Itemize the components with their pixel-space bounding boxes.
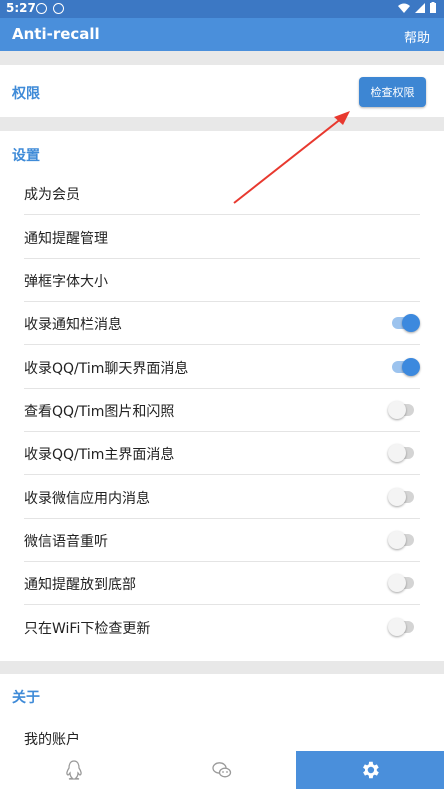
setting-view-qq-images[interactable]: 查看QQ/Tim图片和闪照 — [24, 389, 420, 432]
setting-label: 成为会员 — [24, 187, 80, 203]
setting-label: 只在WiFi下检查更新 — [24, 621, 151, 637]
setting-label: 弹框字体大小 — [24, 274, 108, 290]
notification-icon — [36, 3, 47, 14]
toggle-switch[interactable] — [392, 314, 420, 332]
setting-record-wechat[interactable]: 收录微信应用内消息 — [24, 476, 420, 519]
setting-record-qq-main[interactable]: 收录QQ/Tim主界面消息 — [24, 432, 420, 475]
wechat-icon — [212, 762, 232, 778]
about-label: 我的账户 — [24, 732, 80, 748]
setting-notification-bottom[interactable]: 通知提醒放到底部 — [24, 562, 420, 605]
setting-become-member[interactable]: 成为会员 — [24, 172, 420, 215]
status-bar: 5:27 — [0, 0, 444, 18]
setting-label: 查看QQ/Tim图片和闪照 — [24, 404, 175, 420]
setting-wifi-update-only[interactable]: 只在WiFi下检查更新 — [24, 606, 420, 649]
setting-label: 收录微信应用内消息 — [24, 491, 150, 507]
setting-wechat-voice-replay[interactable]: 微信语音重听 — [24, 519, 420, 562]
check-permissions-button[interactable]: 检查权限 — [359, 77, 426, 107]
toggle-switch[interactable] — [388, 444, 414, 462]
toggle-switch[interactable] — [392, 358, 420, 376]
nav-qq[interactable] — [0, 751, 148, 789]
settings-title: 设置 — [12, 148, 40, 164]
signal-icon — [415, 2, 425, 13]
nav-wechat[interactable] — [148, 751, 296, 789]
nav-settings[interactable] — [296, 751, 444, 789]
status-time: 5:27 — [6, 1, 36, 15]
setting-dialog-font-size[interactable]: 弹框字体大小 — [24, 259, 420, 302]
gear-icon — [363, 761, 379, 779]
qq-penguin-icon — [66, 760, 82, 780]
app-bar: Anti-recall 帮助 — [0, 18, 444, 51]
setting-record-qq-chat[interactable]: 收录QQ/Tim聊天界面消息 — [24, 346, 420, 389]
toggle-switch[interactable] — [388, 531, 414, 549]
notification-icon — [53, 3, 64, 14]
settings-card: 设置 成为会员 通知提醒管理 弹框字体大小 收录通知栏消息 收录QQ/Tim聊天… — [0, 131, 444, 661]
setting-label: 通知提醒管理 — [24, 231, 108, 247]
setting-label: 收录QQ/Tim主界面消息 — [24, 447, 175, 463]
permissions-title: 权限 — [12, 86, 40, 102]
toggle-switch[interactable] — [388, 488, 414, 506]
toggle-switch[interactable] — [388, 618, 414, 636]
toggle-switch[interactable] — [388, 401, 414, 419]
setting-label: 收录通知栏消息 — [24, 317, 122, 333]
toggle-switch[interactable] — [388, 574, 414, 592]
about-title: 关于 — [12, 690, 40, 706]
permissions-card: 权限 检查权限 — [0, 65, 444, 117]
bottom-navigation — [0, 751, 444, 789]
setting-label: 收录QQ/Tim聊天界面消息 — [24, 361, 189, 377]
setting-record-notification-bar[interactable]: 收录通知栏消息 — [24, 302, 420, 345]
setting-label: 微信语音重听 — [24, 534, 108, 550]
battery-icon — [430, 2, 436, 13]
app-title: Anti-recall — [12, 25, 100, 43]
setting-notification-management[interactable]: 通知提醒管理 — [24, 216, 420, 259]
wifi-icon — [398, 3, 410, 13]
setting-label: 通知提醒放到底部 — [24, 577, 136, 593]
help-button[interactable]: 帮助 — [404, 27, 430, 46]
